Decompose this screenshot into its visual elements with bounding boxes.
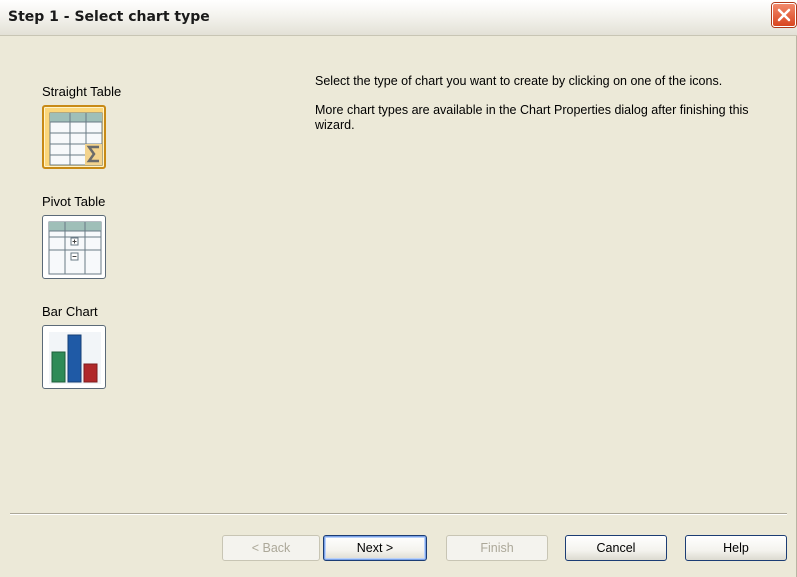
bar-chart-button[interactable] <box>42 325 106 389</box>
bar-chart-icon <box>49 332 101 384</box>
instruction-text: Select the type of chart you want to cre… <box>315 74 723 88</box>
wizard-content: Straight Table Pivot Table Bar Chart Sel… <box>0 36 797 506</box>
close-icon <box>777 8 791 22</box>
chart-type-pivot-table[interactable]: Pivot Table <box>42 194 162 279</box>
instructions: Select the type of chart you want to cre… <box>315 74 775 147</box>
finish-button[interactable]: Finish <box>446 535 548 561</box>
close-button[interactable] <box>772 3 796 27</box>
title-bar[interactable]: Step 1 - Select chart type <box>0 0 797 36</box>
straight-table-button[interactable] <box>42 105 106 169</box>
cancel-button[interactable]: Cancel <box>565 535 667 561</box>
wizard-dialog: Step 1 - Select chart type Straight Tabl… <box>0 0 797 577</box>
footer-divider <box>10 513 787 515</box>
instruction-text: More chart types are available in the Ch… <box>315 103 749 132</box>
pivot-table-button[interactable] <box>42 215 106 279</box>
chart-type-label: Bar Chart <box>42 304 98 319</box>
back-button[interactable]: < Back <box>222 535 320 561</box>
chart-type-label: Straight Table <box>42 84 122 99</box>
chart-type-bar-chart[interactable]: Bar Chart <box>42 304 162 389</box>
pivot-table-icon <box>48 221 102 275</box>
straight-table-icon <box>49 112 103 166</box>
next-button[interactable]: Next > <box>323 535 427 561</box>
chart-type-straight-table[interactable]: Straight Table <box>42 84 162 169</box>
chart-type-label: Pivot Table <box>42 194 106 209</box>
dialog-title: Step 1 - Select chart type <box>8 9 210 25</box>
help-button[interactable]: Help <box>685 535 787 561</box>
